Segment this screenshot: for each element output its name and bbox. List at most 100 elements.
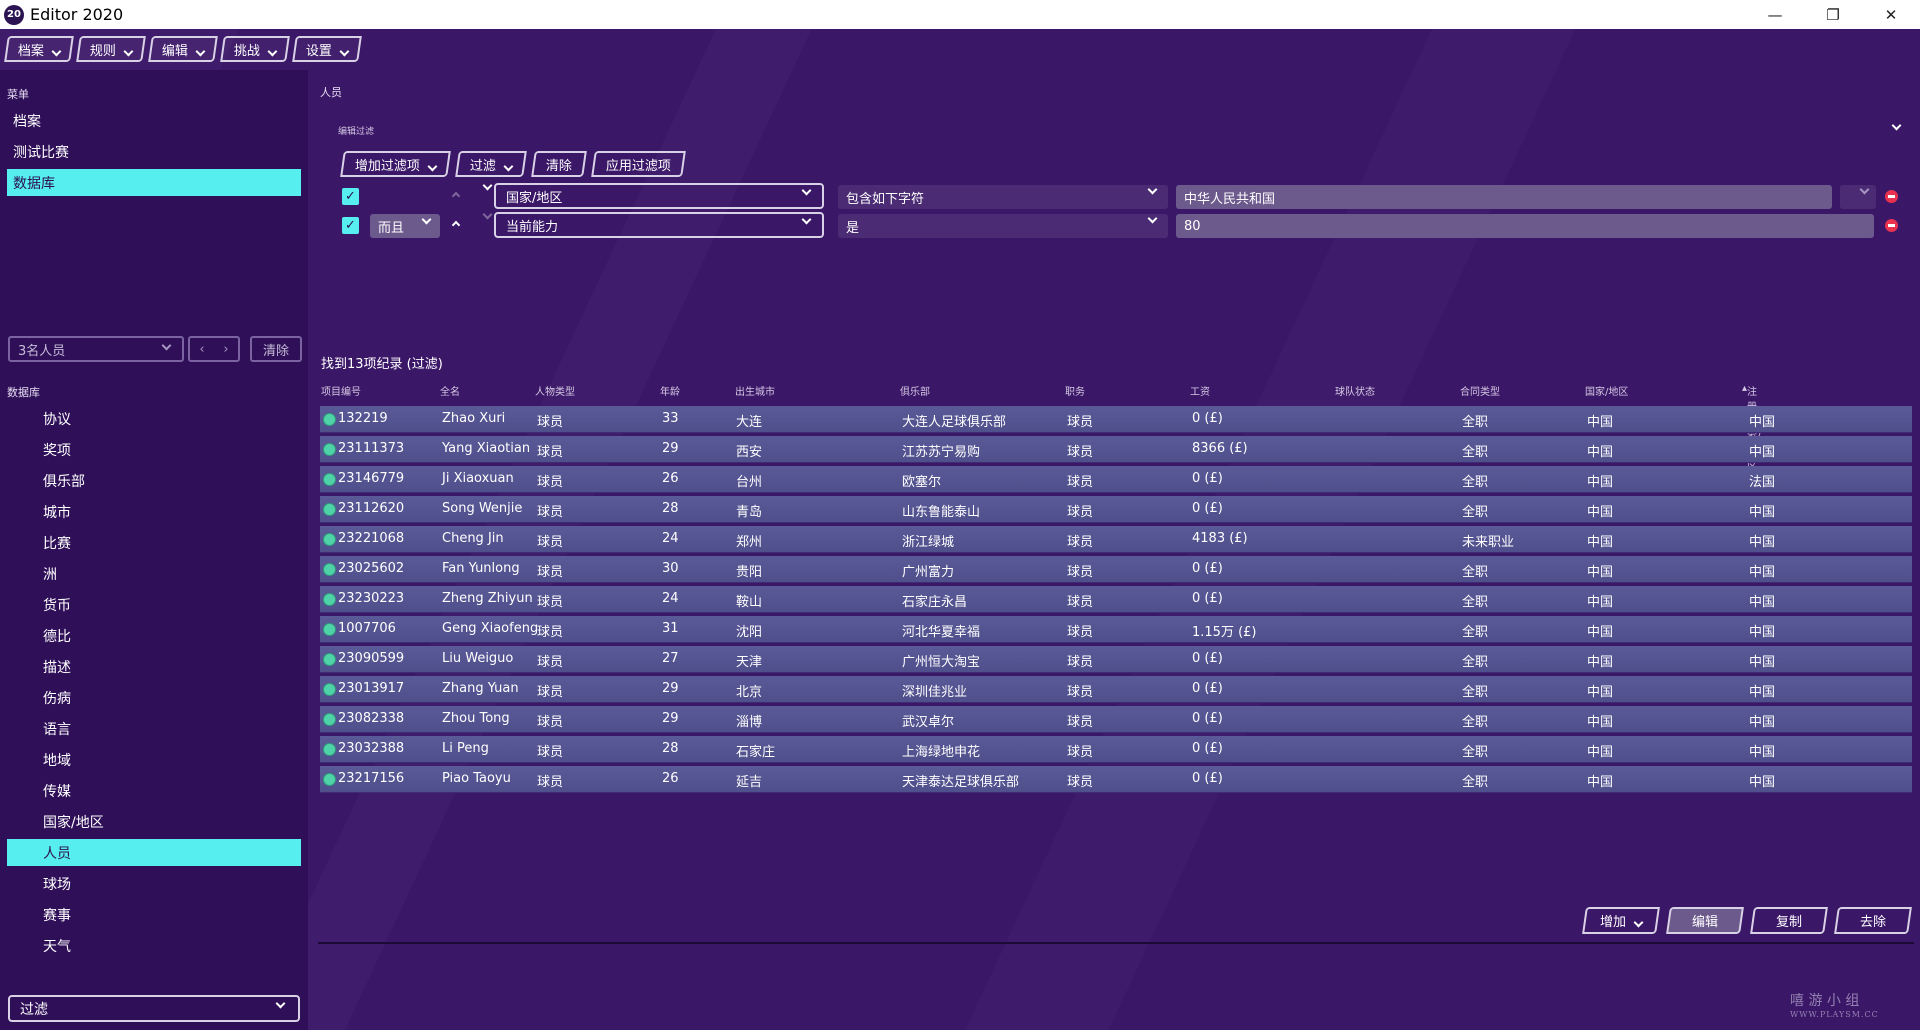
menu-file-button[interactable]: 档案	[4, 36, 74, 62]
db-item-descriptions[interactable]: 描述	[7, 653, 301, 680]
remove-filter-icon[interactable]	[1885, 219, 1898, 232]
sidebar-item-file[interactable]: 档案	[7, 107, 301, 134]
table-row[interactable]: 23013917 Zhang Yuan 球员 29 北京 深圳佳兆业 球员 0 (£) 全职 中国…	[320, 676, 1912, 703]
db-item-stadiums[interactable]: 球场	[7, 870, 301, 897]
filter-checkbox[interactable]: ✓	[342, 217, 359, 234]
cell-name: Yang Xiaotian	[442, 441, 531, 456]
db-item-continents[interactable]: 洲	[7, 560, 301, 587]
db-item-media[interactable]: 传媒	[7, 777, 301, 804]
cell-birth-city: 台州	[736, 475, 763, 490]
cell-job: 球员	[1067, 625, 1094, 640]
cell-id: 23032388	[338, 741, 405, 756]
col-age[interactable]: 年龄	[660, 383, 680, 398]
db-item-nations[interactable]: 国家/地区	[7, 808, 301, 835]
table-row[interactable]: 132219 Zhao Xuri 球员 33 大连 大连人足球俱乐部 球员 0 (£) 全职 中国…	[320, 406, 1912, 433]
table-row[interactable]: 23082338 Zhou Tong 球员 29 淄博 武汉卓尔 球员 0 (£) 全职 中国 中国	[320, 706, 1912, 733]
col-wage[interactable]: 工资	[1190, 383, 1210, 398]
menu-rules-button[interactable]: 规则	[76, 36, 146, 62]
table-row[interactable]: 23230223 Zheng Zhiyun 球员 24 鞍山 石家庄永昌 球员 0 (£) 全职…	[320, 586, 1912, 613]
col-contract-type[interactable]: 合同类型	[1460, 383, 1500, 398]
close-icon[interactable]: ✕	[1862, 0, 1920, 29]
table-row[interactable]: 23032388 Li Peng 球员 28 石家庄 上海绿地申花 球员 0 (£) 全职 中国 中…	[320, 736, 1912, 763]
sidebar-item-test-match[interactable]: 测试比赛	[7, 138, 301, 165]
minimize-icon[interactable]: —	[1746, 0, 1804, 29]
table-row[interactable]: 23221068 Cheng Jin 球员 24 郑州 浙江绿城 球员 4183 (£) 未来职…	[320, 526, 1912, 553]
status-dot-icon	[323, 443, 336, 456]
db-item-regions[interactable]: 地域	[7, 746, 301, 773]
filter-checkbox[interactable]: ✓	[342, 188, 359, 205]
edit-record-button[interactable]: 编辑	[1666, 907, 1744, 934]
copy-record-button[interactable]: 复制	[1750, 907, 1828, 934]
restore-icon[interactable]: ❐	[1804, 0, 1862, 29]
db-item-agreements[interactable]: 协议	[7, 405, 301, 432]
clear-filter-button[interactable]: 清除	[531, 151, 587, 177]
filter-value-input[interactable]: 80	[1176, 214, 1874, 238]
move-down-icon[interactable]	[482, 209, 493, 220]
sidebar-item-database[interactable]: 数据库	[7, 169, 301, 196]
table-row[interactable]: 23112620 Song Wenjie 球员 28 青岛 山东鲁能泰山 球员 0 (£) 全职…	[320, 496, 1912, 523]
record-actions: 增加 编辑 复制 去除	[1582, 907, 1912, 934]
table-row[interactable]: 23146779 Ji Xiaoxuan 球员 26 台州 欧塞尔 球员 0 (£) 全职 中国 法…	[320, 466, 1912, 493]
filter-field-select[interactable]: 国家/地区	[494, 183, 824, 209]
sidebar-clear-button[interactable]: 清除	[250, 336, 302, 362]
add-filter-button[interactable]: 增加过滤项	[340, 151, 451, 177]
cell-name: Zheng Zhiyun	[442, 591, 533, 606]
table-row[interactable]: 23090599 Liu Weiguo 球员 27 天津 广州恒大淘宝 球员 0 (£) 全职 中…	[320, 646, 1912, 673]
chevron-right-icon[interactable]: ›	[223, 342, 228, 357]
db-item-languages[interactable]: 语言	[7, 715, 301, 742]
cell-club: 上海绿地申花	[902, 745, 981, 760]
chevron-down-icon	[801, 214, 812, 225]
filter-value-input[interactable]: 中华人民共和国	[1176, 185, 1832, 209]
db-item-weather[interactable]: 天气	[7, 932, 301, 959]
cell-id: 23230223	[338, 591, 405, 606]
db-item-clubs[interactable]: 俱乐部	[7, 467, 301, 494]
cell-nation: 中国	[1587, 715, 1614, 730]
chevron-down-icon	[275, 998, 286, 1009]
db-item-currencies[interactable]: 货币	[7, 591, 301, 618]
cell-job: 球员	[1067, 715, 1094, 730]
col-registered-nation[interactable]: ▴注册国家/地区	[1742, 383, 1760, 473]
move-up-icon[interactable]	[451, 220, 461, 230]
remove-record-button[interactable]: 去除	[1834, 907, 1912, 934]
db-item-awards[interactable]: 奖项	[7, 436, 301, 463]
move-down-icon[interactable]	[482, 180, 493, 191]
col-type[interactable]: 人物类型	[535, 383, 575, 398]
table-row[interactable]: 1007706 Geng Xiaofeng 球员 31 沈阳 河北华夏幸福 球员 1.15万 …	[320, 616, 1912, 643]
table-row[interactable]: 23217156 Piao Taoyu 球员 26 延吉 天津泰达足球俱乐部 球员 0 (£)…	[320, 766, 1912, 793]
filter-connector-select[interactable]: 而且	[370, 214, 440, 238]
menu-challenge-button[interactable]: 挑战	[220, 36, 290, 62]
db-item-derbies[interactable]: 德比	[7, 622, 301, 649]
filter-value-dropdown[interactable]	[1840, 184, 1876, 209]
col-name[interactable]: 全名	[440, 383, 460, 398]
chevron-left-icon[interactable]: ‹	[199, 342, 204, 357]
filter-operator-select[interactable]: 是	[838, 213, 1168, 238]
menu-edit-button[interactable]: 编辑	[148, 36, 218, 62]
cell-nation: 中国	[1587, 415, 1614, 430]
people-select[interactable]: 3名人员	[8, 336, 184, 362]
status-dot-icon	[323, 743, 336, 756]
remove-filter-icon[interactable]	[1885, 190, 1898, 203]
db-item-people[interactable]: 人员	[7, 839, 301, 866]
chevron-down-icon	[1147, 213, 1158, 224]
col-job[interactable]: 职务	[1065, 383, 1085, 398]
db-item-injuries[interactable]: 伤病	[7, 684, 301, 711]
filter-operator-select[interactable]: 包含如下字符	[838, 184, 1168, 209]
col-id[interactable]: 项目编号	[321, 383, 361, 398]
col-squad-status[interactable]: 球队状态	[1335, 383, 1375, 398]
move-up-icon[interactable]	[451, 191, 461, 201]
db-item-events[interactable]: 赛事	[7, 901, 301, 928]
table-row[interactable]: 23111373 Yang Xiaotian 球员 29 西安 江苏苏宁易购 球员 8366 …	[320, 436, 1912, 463]
col-nation[interactable]: 国家/地区	[1585, 383, 1628, 398]
chevron-down-icon	[1147, 184, 1158, 195]
apply-filter-button[interactable]: 应用过滤项	[591, 151, 686, 177]
filter-field-select[interactable]: 当前能力	[494, 212, 824, 238]
menu-settings-button[interactable]: 设置	[292, 36, 362, 62]
db-item-cities[interactable]: 城市	[7, 498, 301, 525]
col-club[interactable]: 俱乐部	[900, 383, 930, 398]
db-item-competitions[interactable]: 比赛	[7, 529, 301, 556]
sidebar-filter-select[interactable]: 过滤	[8, 995, 300, 1022]
add-record-button[interactable]: 增加	[1582, 907, 1660, 934]
filter-button[interactable]: 过滤	[455, 151, 527, 177]
table-row[interactable]: 23025602 Fan Yunlong 球员 30 贵阳 广州富力 球员 0 (£) 全职 中国…	[320, 556, 1912, 583]
col-birth-city[interactable]: 出生城市	[735, 383, 775, 398]
